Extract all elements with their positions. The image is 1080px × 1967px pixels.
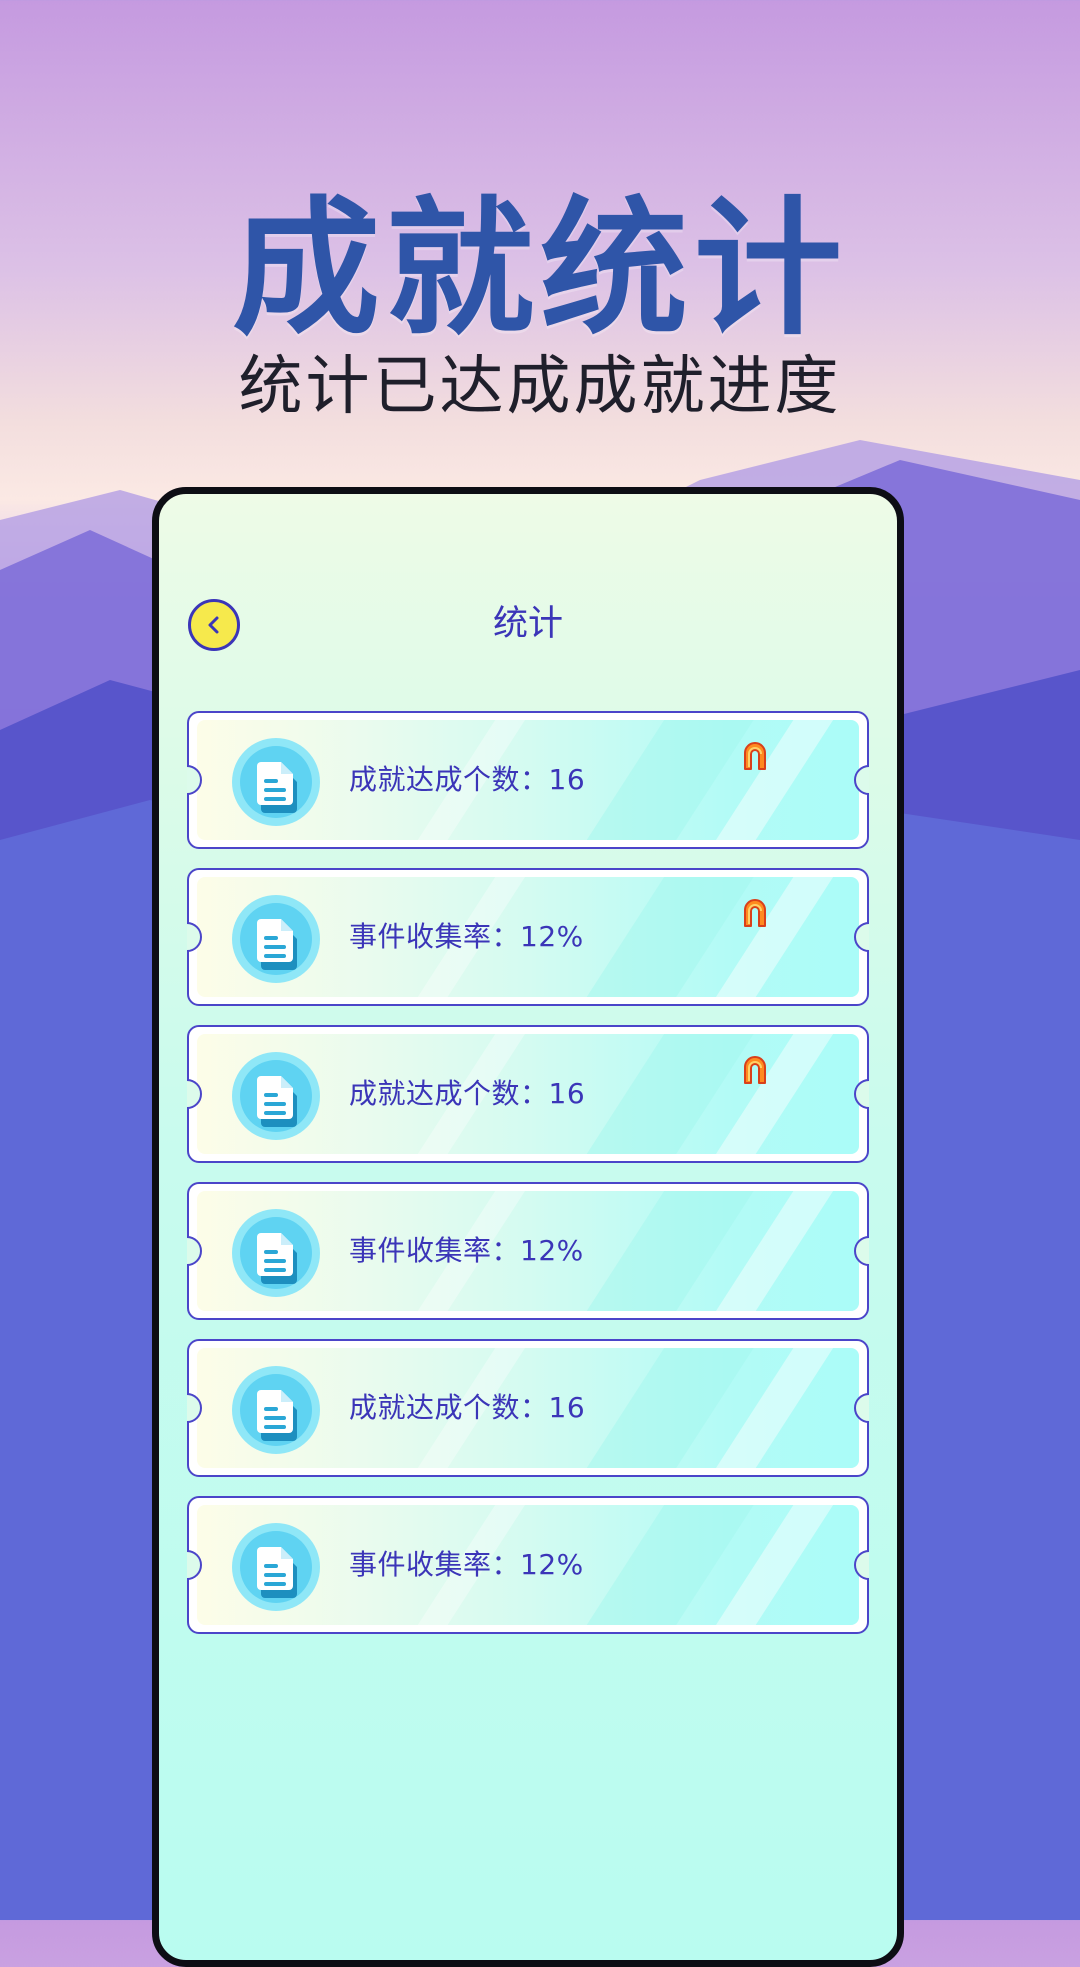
medal-ribbon-icon <box>741 1055 769 1087</box>
card-notch-right <box>854 1550 869 1580</box>
card-notch-right <box>854 765 869 795</box>
card-notch-left <box>187 765 202 795</box>
stat-card[interactable]: 事件收集率：12% <box>187 868 869 1006</box>
card-notch-right <box>854 1236 869 1266</box>
stat-card[interactable]: 成就达成个数：16 <box>187 711 869 849</box>
phone-frame: 统计 成就达成个数：16 事件收集率：12% 成就达成个数：16 事件收集率：12% 成… <box>152 487 904 1967</box>
nav-title: 统计 <box>492 604 563 644</box>
stat-label: 成就达成个数：16 <box>349 763 586 796</box>
document-icon <box>231 1208 321 1298</box>
medal-ribbon-icon <box>741 741 769 773</box>
stat-label: 成就达成个数：16 <box>349 1391 586 1424</box>
card-notch-right <box>854 1393 869 1423</box>
page-title: 成就统计 <box>232 183 848 355</box>
card-notch-left <box>187 1236 202 1266</box>
medal-ribbon-icon <box>741 898 769 930</box>
page-subtitle: 统计已达成成就进度 <box>238 350 842 424</box>
document-icon <box>231 1522 321 1612</box>
stat-card[interactable]: 事件收集率：12% <box>187 1496 869 1634</box>
card-notch-left <box>187 1550 202 1580</box>
document-icon <box>231 1051 321 1141</box>
stat-card[interactable]: 成就达成个数：16 <box>187 1025 869 1163</box>
card-notch-left <box>187 1393 202 1423</box>
stat-label: 事件收集率：12% <box>349 1548 584 1581</box>
stat-label: 事件收集率：12% <box>349 920 584 953</box>
card-notch-right <box>854 922 869 952</box>
card-notch-right <box>854 1079 869 1109</box>
document-icon <box>231 894 321 984</box>
stat-card[interactable]: 成就达成个数：16 <box>187 1339 869 1477</box>
stat-card[interactable]: 事件收集率：12% <box>187 1182 869 1320</box>
card-notch-left <box>187 1079 202 1109</box>
document-icon <box>231 1365 321 1455</box>
stat-label: 成就达成个数：16 <box>349 1077 586 1110</box>
stat-label: 事件收集率：12% <box>349 1234 584 1267</box>
card-notch-left <box>187 922 202 952</box>
document-icon <box>231 737 321 827</box>
